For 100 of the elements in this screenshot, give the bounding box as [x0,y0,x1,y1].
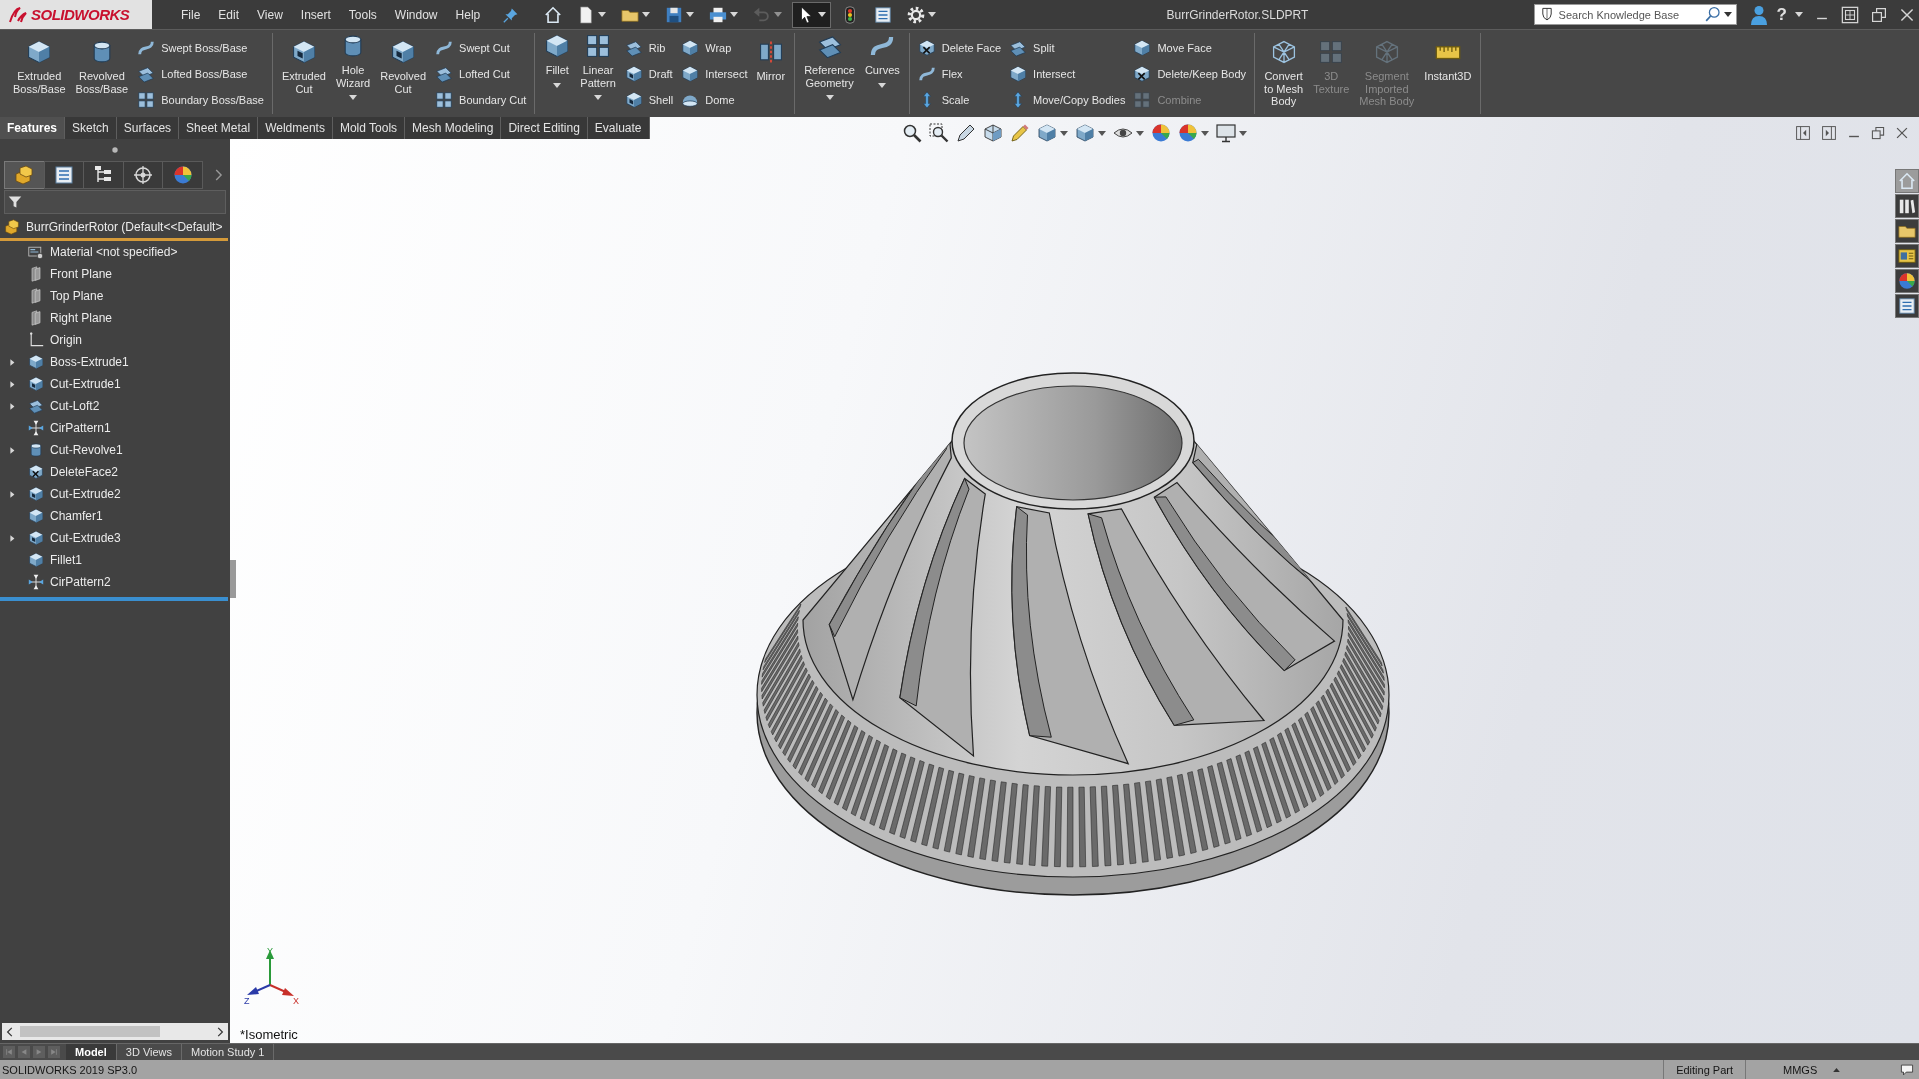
command-button[interactable]: Boundary Boss/Base [137,87,264,113]
command-button[interactable]: Delete/Keep Body [1133,61,1247,87]
tree-item[interactable]: Right Plane [50,311,113,325]
close-icon[interactable] [1899,6,1915,23]
units-selector[interactable]: MMGS [1745,1060,1825,1079]
caret-icon[interactable] [730,12,739,17]
skip-start-icon[interactable] [5,1048,13,1056]
command-button[interactable]: Move Face [1133,35,1247,61]
caret-icon[interactable] [878,82,887,88]
search-icon[interactable] [1704,6,1721,22]
caret-icon[interactable] [1060,130,1068,136]
toolbar-button[interactable] [1075,123,1106,143]
tab[interactable]: Model [66,1044,117,1060]
tree-toggle-icon[interactable] [8,379,16,389]
command-button[interactable]: Scale [917,87,1002,113]
grip-dot-icon[interactable] [112,147,118,153]
caret-icon[interactable] [1723,12,1732,17]
pin-icon[interactable] [503,6,520,23]
menu-item[interactable]: Tools [339,7,386,22]
command-button[interactable]: Wrap [681,35,748,61]
caret-icon[interactable] [686,12,695,17]
command-button[interactable]: Instant3D [1419,33,1477,114]
command-button[interactable]: Swept Boss/Base [137,35,264,61]
command-button[interactable]: Revolved Cut [375,33,432,114]
caret-icon[interactable] [594,95,603,100]
tree-item[interactable]: CirPattern1 [50,421,111,435]
menu-item[interactable]: Edit [209,7,249,22]
tree-item[interactable]: Front Plane [50,267,113,281]
command-button[interactable]: Revolved Boss/Base [70,33,134,114]
tree-item[interactable]: BurrGrinderRotor (Default<<Default> [26,220,223,234]
panel-tab[interactable] [43,161,85,189]
panel-left-icon[interactable] [1795,125,1811,141]
command-button[interactable]: Dome [681,87,748,113]
panel-tab[interactable] [83,161,124,189]
caret-icon[interactable] [928,12,937,17]
tooltip-icon[interactable] [1900,1062,1914,1077]
command-button[interactable]: Intersect [681,61,748,87]
command-button[interactable]: Swept Cut [435,35,527,61]
command-button[interactable]: Lofted Boss/Base [137,61,264,87]
tree-item[interactable]: Cut-Revolve1 [50,443,123,457]
tree-item[interactable]: Boss-Extrude1 [50,355,129,369]
panel-tab[interactable] [122,161,164,189]
menu-item[interactable]: Help [446,7,490,22]
caret-icon[interactable] [1098,130,1106,136]
tree-item[interactable]: Cut-Loft2 [50,399,100,413]
splitter-handle[interactable] [230,560,236,598]
command-button[interactable]: Lofted Cut [435,61,527,87]
tree-item[interactable]: CirPattern2 [50,575,111,589]
toolbar-button[interactable] [902,123,922,143]
tree-item[interactable]: Cut-Extrude1 [50,377,121,391]
command-button[interactable]: Hole Wizard [330,33,376,114]
toolbar-button[interactable] [1037,123,1068,143]
restore-icon[interactable] [1871,126,1885,140]
tree-toggle-icon[interactable] [8,357,16,367]
tree-item[interactable]: Material <not specified> [50,245,178,259]
tile-windows-icon[interactable] [1841,5,1859,24]
search-field[interactable]: Search Knowledge Base [1533,4,1737,25]
command-button[interactable]: Shell [624,87,674,113]
panel-tab[interactable] [4,161,45,189]
caret-icon[interactable] [1795,12,1803,17]
tree-item[interactable]: Origin [50,333,82,347]
command-button[interactable]: Flex [917,61,1002,87]
command-button[interactable]: Split [1009,35,1126,61]
tree-item[interactable]: DeleteFace2 [50,465,119,479]
command-button[interactable]: Intersect [1009,61,1126,87]
command-button[interactable]: Linear Pattern [575,33,621,114]
command-button[interactable]: Move/Copy Bodies [1009,87,1126,113]
command-button[interactable]: Delete Face [917,35,1002,61]
menu-item[interactable]: Window [385,7,447,22]
command-button[interactable]: Boundary Cut [435,87,527,113]
caret-icon[interactable] [1201,130,1209,136]
toolbar-button[interactable] [1178,123,1209,143]
close-icon[interactable] [1895,126,1909,140]
caret-icon[interactable] [1136,130,1144,136]
tab[interactable]: Features [0,117,66,139]
command-button[interactable]: Reference Geometry [799,33,860,114]
command-button[interactable]: Mirror [751,33,791,114]
command-button[interactable]: Extruded Cut [276,33,331,114]
tree-toggle-icon[interactable] [8,489,16,499]
scrollbar-thumb[interactable] [20,1026,160,1037]
toolbar-button[interactable] [956,123,976,143]
panel-tab[interactable] [162,161,203,189]
task-pane-tab[interactable] [1895,219,1919,243]
caret-icon[interactable] [349,95,358,100]
tree-item[interactable]: Cut-Extrude2 [50,487,121,501]
caret-icon[interactable] [1239,130,1247,136]
tree-toggle-icon[interactable] [8,533,16,543]
restore-icon[interactable] [1871,6,1887,23]
tree-toggle-icon[interactable] [8,401,16,411]
caret-icon[interactable] [825,95,834,100]
command-button[interactable]: Convert to Mesh Body [1259,33,1309,114]
task-pane-tab[interactable] [1895,244,1919,268]
tree-item[interactable]: Cut-Extrude3 [50,531,121,545]
toolbar-button[interactable] [929,123,949,143]
tree-item[interactable]: Chamfer1 [50,509,103,523]
caret-icon[interactable] [598,12,607,17]
command-button[interactable]: Curves [859,33,905,114]
caret-icon[interactable] [818,12,827,17]
command-button[interactable]: Draft [624,61,674,87]
command-button[interactable]: Fillet [539,33,576,114]
